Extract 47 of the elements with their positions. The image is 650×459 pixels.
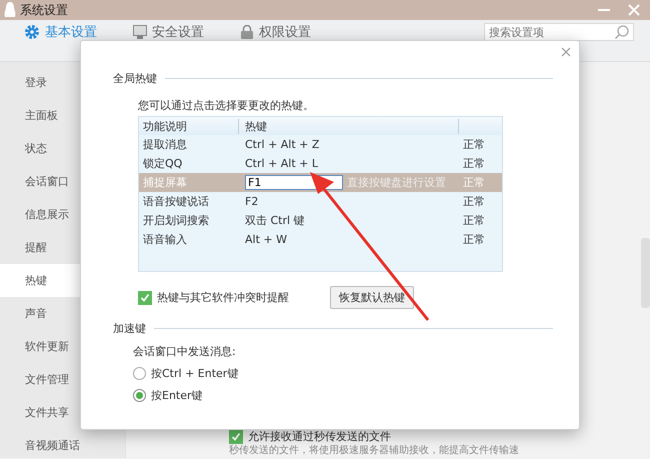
table-cell: Ctrl + Alt + L — [245, 157, 318, 170]
radio-label: 按Ctrl + Enter键 — [151, 366, 238, 381]
table-cell: Ctrl + Alt + Z — [245, 138, 320, 151]
checkbox-label: 热键与其它软件冲突时提醒 — [157, 290, 289, 305]
column-header[interactable]: 热键 — [239, 118, 459, 134]
selected-row[interactable]: 捕捉屏幕 F1 直接按键盘进行设置 正常 — [139, 173, 502, 192]
radio-button[interactable] — [133, 389, 146, 402]
settings-tab[interactable]: 安全设置 — [133, 23, 204, 41]
radio-label: 按Enter键 — [151, 388, 203, 403]
monitor-icon — [133, 25, 147, 39]
table-cell: F2 — [245, 195, 258, 208]
settings-tab[interactable]: 基本设置 — [24, 23, 97, 41]
table-cell-text: 开启划词搜索 — [142, 213, 210, 228]
table-cell: 双击 Ctrl 键 — [245, 213, 305, 228]
table-cell-text: 语音输入 — [142, 232, 188, 247]
search-icon[interactable] — [614, 24, 630, 40]
lock-icon — [240, 25, 254, 39]
option-label: 会话窗口中发送消息: — [133, 344, 237, 359]
checkbox[interactable] — [138, 290, 152, 304]
section-title: 全局热键 — [113, 71, 157, 86]
input-hint: 直接按键盘进行设置 — [347, 175, 446, 190]
table-cell-text: 正常 — [462, 156, 486, 171]
window-title: 系统设置 — [20, 2, 68, 18]
restore-default-button[interactable]: 恢复默认热键 — [330, 286, 414, 309]
table-cell-text: 语音按键说话 — [142, 194, 210, 209]
sidebar-item[interactable]: 音视频通话 — [0, 429, 125, 459]
table-cell-text: 正常 — [462, 137, 486, 152]
table-cell-text: 正常 — [462, 194, 486, 209]
gear-icon — [24, 24, 40, 40]
table-cell-text: 正常 — [462, 213, 486, 228]
table-cell-text: 捕捉屏幕 — [142, 175, 188, 190]
table-cell-text: 提取消息 — [142, 137, 188, 152]
section-title: 加速键 — [113, 321, 146, 336]
checkbox[interactable] — [229, 430, 243, 444]
column-header[interactable]: 功能说明 — [139, 118, 239, 134]
search-field[interactable]: 搜索设置项 — [484, 23, 634, 41]
radio-button[interactable] — [133, 367, 146, 380]
description-text: 秒传发送的文件，将使用极速服务器辅助接收，能提高文件传输速 — [229, 445, 519, 457]
minimize-icon[interactable] — [598, 8, 610, 12]
table-cell-text: 锁定QQ — [142, 156, 184, 171]
close-icon[interactable] — [561, 47, 571, 57]
table-cell: Alt + W — [245, 233, 287, 246]
hint-text: 您可以通过点击选择要更改的热键。 — [138, 98, 315, 113]
settings-tab[interactable]: 权限设置 — [240, 23, 311, 41]
table-cell-text: 正常 — [462, 175, 486, 190]
checkbox-label: 允许接收通过秒传发送的文件 — [248, 429, 391, 444]
table-cell-text: 正常 — [462, 232, 486, 247]
